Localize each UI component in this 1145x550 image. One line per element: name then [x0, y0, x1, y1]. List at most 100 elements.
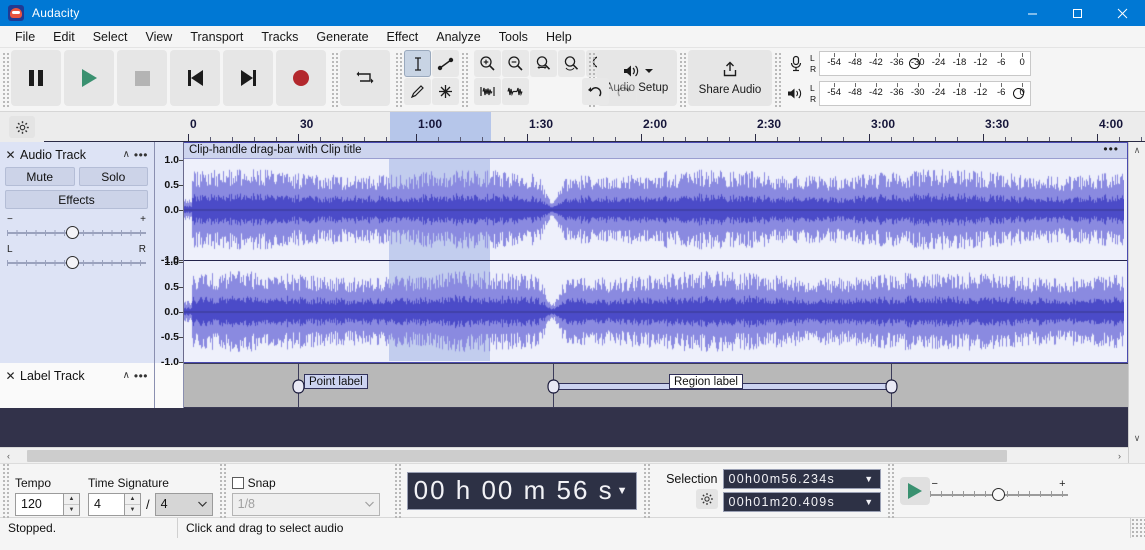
audio-position-toolbar-grip[interactable]	[393, 463, 402, 519]
solo-button[interactable]: Solo	[79, 167, 149, 186]
time-signature-toolbar-grip[interactable]	[1, 463, 10, 519]
label-strip[interactable]: Point label Region label	[184, 363, 1128, 408]
hscroll-track[interactable]	[17, 448, 1111, 464]
snap-dropdown[interactable]: 1/8	[232, 493, 380, 516]
fit-selection-button[interactable]	[530, 50, 557, 77]
selection-options-gear-icon[interactable]	[696, 489, 718, 509]
silence-audio-button[interactable]	[502, 78, 529, 105]
label-track-collapse-button[interactable]: ∧	[123, 370, 130, 381]
snapping-toolbar-grip[interactable]	[218, 463, 227, 519]
edit-toolbar-grip[interactable]	[460, 52, 469, 108]
tempo-down-arrow[interactable]: ▼	[64, 505, 79, 515]
clip-title-bar[interactable]: Clip-handle drag-bar with Clip title •••	[184, 143, 1127, 159]
stop-button[interactable]	[117, 50, 167, 106]
vertical-ruler[interactable]: 1.00.50.0-1.01.00.50.0-0.5-1.0	[155, 142, 184, 363]
audio-track-close-button[interactable]: ✕	[5, 149, 16, 161]
timeline-options-button[interactable]	[0, 112, 44, 142]
selection-end-dropdown-arrow[interactable]: ▼	[864, 497, 874, 507]
mute-button[interactable]: Mute	[5, 167, 75, 186]
resize-grip[interactable]	[1131, 518, 1145, 538]
skip-to-end-button[interactable]	[223, 50, 273, 106]
menu-view[interactable]: View	[136, 28, 181, 46]
menu-tracks[interactable]: Tracks	[252, 28, 307, 46]
meter-toolbar-grip[interactable]	[773, 52, 782, 108]
undo-button[interactable]	[582, 78, 609, 105]
play-button[interactable]	[64, 50, 114, 106]
waveform-clip[interactable]: Clip-handle drag-bar with Clip title •••	[184, 142, 1128, 363]
point-label-chip[interactable]: Point label	[304, 374, 368, 389]
speed-slider-knob[interactable]	[992, 488, 1005, 501]
loop-button[interactable]	[340, 50, 390, 106]
menu-analyze[interactable]: Analyze	[427, 28, 489, 46]
playback-meter-scale[interactable]: -54-48-42-36-30-24-18-12-60	[819, 81, 1031, 106]
microphone-icon[interactable]	[783, 51, 809, 76]
minimize-button[interactable]	[1010, 0, 1055, 26]
label-track-close-button[interactable]: ✕	[5, 370, 16, 382]
effects-button[interactable]: Effects	[5, 190, 148, 209]
gain-slider-track[interactable]	[5, 226, 148, 239]
vscroll-up-arrow[interactable]: ∧	[1129, 142, 1145, 159]
zoom-out-button[interactable]	[502, 50, 529, 77]
region-label-end-handle-icon[interactable]	[885, 379, 898, 394]
tempo-up-arrow[interactable]: ▲	[64, 494, 79, 505]
speaker-icon[interactable]	[783, 81, 809, 106]
menu-file[interactable]: File	[6, 28, 44, 46]
zoom-in-button[interactable]	[474, 50, 501, 77]
close-button[interactable]	[1100, 0, 1145, 26]
snap-checkbox-row[interactable]: Snap	[232, 475, 380, 491]
vertical-scrollbar[interactable]: ∧ ∨	[1128, 142, 1145, 463]
meter-knob[interactable]	[909, 58, 920, 69]
horizontal-scrollbar[interactable]: ‹ ›	[0, 447, 1128, 463]
time-sig-upper-input[interactable]	[88, 493, 124, 516]
gain-slider[interactable]: − +	[5, 215, 148, 239]
empty-track-space[interactable]	[0, 408, 1128, 447]
pause-button[interactable]	[11, 50, 61, 106]
selection-start-dropdown-arrow[interactable]: ▼	[864, 474, 874, 484]
time-sig-up-arrow[interactable]: ▲	[125, 494, 140, 505]
tools-toolbar-grip[interactable]	[394, 52, 403, 108]
record-meter-scale[interactable]: -54-48-42-36-30-24-18-12-60	[819, 51, 1031, 76]
audio-position-dropdown-arrow[interactable]: ▼	[617, 485, 630, 497]
menu-effect[interactable]: Effect	[378, 28, 428, 46]
audio-position-display[interactable]: 00 h 00 m 56 s ▼	[407, 472, 637, 510]
transport-toolbar-grip[interactable]	[1, 52, 10, 108]
selection-start-display[interactable]: 00h00m56.234s ▼	[723, 469, 881, 489]
time-sig-upper-stepper[interactable]: ▲ ▼	[88, 493, 141, 516]
menu-generate[interactable]: Generate	[307, 28, 377, 46]
vscroll-track[interactable]	[1129, 159, 1145, 430]
redo-button[interactable]	[610, 78, 637, 105]
fit-project-button[interactable]	[558, 50, 585, 77]
region-label-start-handle-icon[interactable]	[547, 379, 560, 394]
hscroll-thumb[interactable]	[27, 450, 1007, 462]
audio-track-menu-button[interactable]: •••	[134, 151, 148, 159]
menu-help[interactable]: Help	[537, 28, 581, 46]
time-sig-lower-dropdown[interactable]: 4	[155, 493, 213, 516]
share-audio-toolbar-grip[interactable]	[678, 52, 687, 108]
selection-toolbar-grip[interactable]	[642, 463, 651, 519]
selection-end-display[interactable]: 00h01m20.409s ▼	[723, 492, 881, 512]
selection-tool-button[interactable]	[404, 50, 431, 77]
hscroll-right-arrow[interactable]: ›	[1111, 448, 1128, 464]
pan-slider[interactable]: L R	[5, 245, 148, 269]
clip-menu-button[interactable]: •••	[1103, 143, 1119, 156]
snap-checkbox[interactable]	[232, 477, 244, 489]
pan-slider-knob[interactable]	[66, 256, 79, 269]
play-at-speed-toolbar-grip[interactable]	[886, 463, 895, 519]
time-sig-upper-stepper-buttons[interactable]: ▲ ▼	[124, 493, 141, 516]
draw-tool-button[interactable]	[404, 78, 431, 105]
timeline-ruler[interactable]: 0301:001:302:002:303:003:304:00	[44, 112, 1145, 141]
trim-audio-button[interactable]	[474, 78, 501, 105]
menu-edit[interactable]: Edit	[44, 28, 84, 46]
gain-slider-knob[interactable]	[66, 226, 79, 239]
tempo-stepper[interactable]: ▲ ▼	[15, 493, 80, 516]
hscroll-left-arrow[interactable]: ‹	[0, 448, 17, 464]
menu-select[interactable]: Select	[84, 28, 137, 46]
skip-to-start-button[interactable]	[170, 50, 220, 106]
play-at-speed-button[interactable]	[900, 477, 930, 505]
envelope-tool-button[interactable]	[432, 50, 459, 77]
record-button[interactable]	[276, 50, 326, 106]
menu-tools[interactable]: Tools	[490, 28, 537, 46]
multi-tool-button[interactable]	[432, 78, 459, 105]
tempo-stepper-buttons[interactable]: ▲ ▼	[63, 493, 80, 516]
audio-track-collapse-button[interactable]: ∧	[123, 149, 130, 160]
